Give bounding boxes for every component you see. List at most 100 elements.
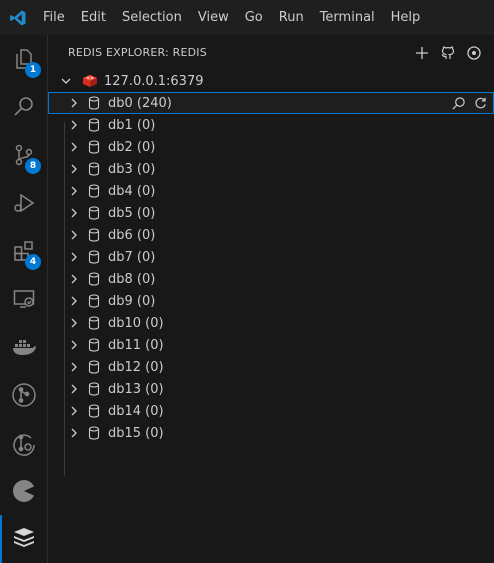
menu-edit[interactable]: Edit bbox=[73, 0, 114, 35]
search-icon bbox=[12, 95, 36, 123]
activity-run-debug[interactable] bbox=[0, 181, 48, 229]
menu-view[interactable]: View bbox=[190, 0, 237, 35]
chevron-right-icon[interactable] bbox=[66, 425, 82, 441]
redis-explorer-panel: REDIS EXPLORER: REDIS 127.0.0.1:6379 db0… bbox=[48, 35, 494, 563]
database-row[interactable]: db15 (0) bbox=[48, 422, 494, 444]
menu-go[interactable]: Go bbox=[237, 0, 271, 35]
menu-terminal[interactable]: Terminal bbox=[312, 0, 383, 35]
menu-selection[interactable]: Selection bbox=[114, 0, 190, 35]
title-bar: File Edit Selection View Go Run Terminal… bbox=[0, 0, 494, 35]
database-row[interactable]: db1 (0) bbox=[48, 114, 494, 136]
run-debug-icon bbox=[12, 191, 36, 219]
pie-icon bbox=[11, 478, 37, 508]
database-row[interactable]: db3 (0) bbox=[48, 158, 494, 180]
database-icon bbox=[86, 117, 102, 133]
panel-header: REDIS EXPLORER: REDIS bbox=[48, 35, 494, 70]
activity-extensions[interactable]: 4 bbox=[0, 229, 48, 277]
github-icon[interactable] bbox=[438, 43, 458, 63]
chevron-right-icon[interactable] bbox=[66, 227, 82, 243]
docker-icon bbox=[11, 335, 37, 363]
database-icon bbox=[86, 95, 102, 111]
database-icon bbox=[86, 161, 102, 177]
chevron-right-icon[interactable] bbox=[66, 359, 82, 375]
target-icon[interactable] bbox=[464, 43, 484, 63]
activity-git-graph[interactable] bbox=[0, 373, 48, 421]
chevron-right-icon[interactable] bbox=[66, 403, 82, 419]
explorer-badge: 1 bbox=[25, 62, 41, 78]
activity-bar: 1 8 4 bbox=[0, 35, 48, 563]
database-icon bbox=[86, 139, 102, 155]
database-row[interactable]: db10 (0) bbox=[48, 312, 494, 334]
database-label: db14 (0) bbox=[108, 403, 164, 419]
database-label: db2 (0) bbox=[108, 139, 156, 155]
database-label: db6 (0) bbox=[108, 227, 156, 243]
activity-search[interactable] bbox=[0, 85, 48, 133]
menu-bar: File Edit Selection View Go Run Terminal… bbox=[35, 0, 428, 35]
redis-logo-icon bbox=[82, 73, 98, 89]
panel-actions bbox=[412, 43, 484, 63]
database-row[interactable]: db5 (0) bbox=[48, 202, 494, 224]
menu-run[interactable]: Run bbox=[271, 0, 312, 35]
database-label: db13 (0) bbox=[108, 381, 164, 397]
database-icon bbox=[86, 315, 102, 331]
git-graph-icon bbox=[11, 382, 37, 412]
activity-explorer[interactable]: 1 bbox=[0, 37, 48, 85]
chevron-right-icon[interactable] bbox=[66, 139, 82, 155]
database-label: db12 (0) bbox=[108, 359, 164, 375]
database-row[interactable]: db6 (0) bbox=[48, 224, 494, 246]
database-label: db1 (0) bbox=[108, 117, 156, 133]
database-icon bbox=[86, 403, 102, 419]
activity-pie[interactable] bbox=[0, 469, 48, 517]
chevron-right-icon[interactable] bbox=[66, 95, 82, 111]
refresh-icon[interactable] bbox=[470, 93, 490, 113]
database-row[interactable]: db13 (0) bbox=[48, 378, 494, 400]
database-row[interactable]: db7 (0) bbox=[48, 246, 494, 268]
database-label: db10 (0) bbox=[108, 315, 164, 331]
database-icon bbox=[86, 425, 102, 441]
database-label: db0 (240) bbox=[108, 95, 172, 111]
database-row[interactable]: db2 (0) bbox=[48, 136, 494, 158]
remote-explorer-icon bbox=[12, 287, 36, 315]
database-row[interactable]: db11 (0) bbox=[48, 334, 494, 356]
database-icon bbox=[86, 359, 102, 375]
activity-gitlens[interactable] bbox=[0, 421, 48, 469]
chevron-right-icon[interactable] bbox=[66, 183, 82, 199]
chevron-right-icon[interactable] bbox=[66, 161, 82, 177]
activity-docker[interactable] bbox=[0, 325, 48, 373]
chevron-right-icon[interactable] bbox=[66, 381, 82, 397]
menu-file[interactable]: File bbox=[35, 0, 73, 35]
database-row[interactable]: db4 (0) bbox=[48, 180, 494, 202]
chevron-down-icon[interactable] bbox=[58, 73, 74, 89]
database-row[interactable]: db14 (0) bbox=[48, 400, 494, 422]
chevron-right-icon[interactable] bbox=[66, 337, 82, 353]
chevron-right-icon[interactable] bbox=[66, 293, 82, 309]
database-icon bbox=[86, 337, 102, 353]
extensions-badge: 4 bbox=[25, 254, 41, 270]
database-label: db5 (0) bbox=[108, 205, 156, 221]
database-label: db7 (0) bbox=[108, 249, 156, 265]
menu-help[interactable]: Help bbox=[383, 0, 429, 35]
activity-redis[interactable] bbox=[0, 515, 48, 563]
database-label: db9 (0) bbox=[108, 293, 156, 309]
chevron-right-icon[interactable] bbox=[66, 315, 82, 331]
redis-tree: 127.0.0.1:6379 db0 (240) db1 (0) db2 (0) db… bbox=[48, 70, 494, 476]
activity-remote-explorer[interactable] bbox=[0, 277, 48, 325]
chevron-right-icon[interactable] bbox=[66, 271, 82, 287]
database-icon bbox=[86, 381, 102, 397]
chevron-right-icon[interactable] bbox=[66, 249, 82, 265]
add-connection-icon[interactable] bbox=[412, 43, 432, 63]
vscode-logo-icon bbox=[0, 0, 35, 35]
connection-row[interactable]: 127.0.0.1:6379 bbox=[48, 70, 494, 92]
activity-source-control[interactable]: 8 bbox=[0, 133, 48, 181]
database-row[interactable]: db12 (0) bbox=[48, 356, 494, 378]
database-row[interactable]: db8 (0) bbox=[48, 268, 494, 290]
panel-title: REDIS EXPLORER: REDIS bbox=[68, 46, 207, 59]
gitlens-icon bbox=[11, 430, 37, 460]
database-list: db0 (240) db1 (0) db2 (0) db3 (0) db4 (0) db5… bbox=[48, 92, 494, 444]
database-label: db3 (0) bbox=[108, 161, 156, 177]
chevron-right-icon[interactable] bbox=[66, 205, 82, 221]
chevron-right-icon[interactable] bbox=[66, 117, 82, 133]
search-icon[interactable] bbox=[448, 93, 468, 113]
database-row[interactable]: db0 (240) bbox=[48, 92, 494, 114]
database-row[interactable]: db9 (0) bbox=[48, 290, 494, 312]
